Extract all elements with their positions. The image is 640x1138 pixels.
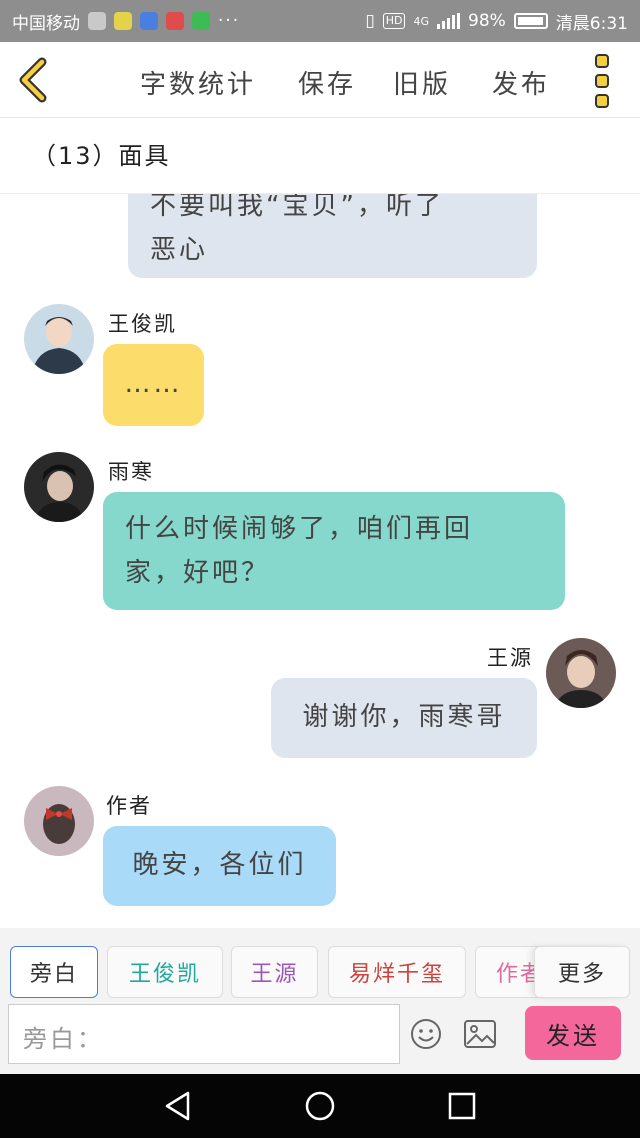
image-icon bbox=[464, 1020, 496, 1048]
message-text-line: 家，好吧？ bbox=[125, 558, 271, 588]
more-roles-button[interactable]: 更多 bbox=[534, 946, 630, 998]
message-text-line: 什么时候闹够了，咱们再回 bbox=[125, 514, 474, 544]
home-nav-button[interactable] bbox=[304, 1090, 336, 1122]
triangle-back-icon bbox=[165, 1091, 190, 1121]
message-app-icon bbox=[88, 12, 106, 30]
role-button-wangjunkai[interactable]: 王俊凯 bbox=[107, 946, 223, 998]
system-nav-bar bbox=[0, 1074, 640, 1138]
message-bubble[interactable]: 谢谢你，雨寒哥 bbox=[271, 678, 537, 758]
person-avatar-icon bbox=[24, 786, 94, 856]
menu-dot-icon bbox=[595, 74, 609, 88]
avatar[interactable] bbox=[24, 452, 94, 522]
speaker-name: 王俊凯 bbox=[108, 312, 177, 336]
person-avatar-icon bbox=[24, 304, 94, 374]
message-bubble[interactable]: 晚安，各位们 bbox=[103, 826, 336, 906]
more-notifications-icon: ··· bbox=[218, 11, 241, 31]
more-menu-button[interactable] bbox=[595, 54, 615, 108]
role-button-yiyangqianxi[interactable]: 易烊千玺 bbox=[328, 946, 466, 998]
signal-icon bbox=[437, 13, 461, 29]
avatar[interactable] bbox=[546, 638, 616, 708]
send-label: 发送 bbox=[546, 1021, 600, 1050]
smiley-icon bbox=[411, 1019, 441, 1049]
avatar[interactable] bbox=[24, 786, 94, 856]
message-text-line: 恶心 bbox=[150, 235, 209, 265]
message-text: 谢谢你，雨寒哥 bbox=[302, 702, 506, 732]
emoji-button[interactable] bbox=[410, 1018, 442, 1050]
role-label: 易烊千玺 bbox=[348, 962, 445, 987]
clock: 清晨6:31 bbox=[555, 13, 628, 34]
carrier-name: 中国移动 bbox=[12, 13, 80, 34]
image-button[interactable] bbox=[463, 1018, 497, 1050]
role-label: 王俊凯 bbox=[128, 962, 201, 987]
back-nav-button[interactable] bbox=[162, 1090, 194, 1122]
role-label: 更多 bbox=[557, 962, 606, 987]
role-label: 旁白 bbox=[29, 962, 78, 987]
message-text: …… bbox=[124, 369, 183, 399]
iqiyi-app-icon bbox=[192, 12, 210, 30]
chat-area[interactable]: 不要叫我“宝贝”，听了 恶心 王俊凯 …… 雨寒 什么时候闹够了，咱们再回 家，… bbox=[0, 194, 640, 928]
send-button[interactable]: 发送 bbox=[525, 1006, 621, 1060]
word-count-button[interactable]: 字数统计 bbox=[140, 64, 256, 101]
speaker-name: 王源 bbox=[487, 646, 533, 670]
speaker-name: 作者 bbox=[106, 794, 152, 818]
old-version-button[interactable]: 旧版 bbox=[393, 64, 451, 101]
role-button-wangyuan[interactable]: 王源 bbox=[231, 946, 318, 998]
menu-dot-icon bbox=[595, 54, 609, 68]
status-bar: 中国移动 ··· ▯ HD 4G 98% 清晨6:31 bbox=[0, 0, 640, 42]
person-avatar-icon bbox=[24, 452, 94, 522]
role-selector-bar: 旁白 王俊凯 王源 易烊千玺 作者 更多 bbox=[0, 928, 640, 1004]
message-input[interactable]: 旁白： bbox=[8, 1004, 400, 1064]
role-button-narrator[interactable]: 旁白 bbox=[10, 946, 98, 998]
square-recents-icon bbox=[448, 1092, 476, 1120]
chapter-title[interactable]: （13）面具 bbox=[0, 118, 640, 194]
message-bubble[interactable]: 不要叫我“宝贝”，听了 恶心 bbox=[128, 194, 537, 278]
role-label: 王源 bbox=[250, 962, 299, 987]
message-text: 晚安，各位们 bbox=[132, 850, 307, 880]
publish-button[interactable]: 发布 bbox=[492, 64, 550, 101]
person-avatar-icon bbox=[546, 638, 616, 708]
battery-icon bbox=[513, 13, 548, 29]
wechat-app-icon bbox=[114, 12, 132, 30]
message-bubble[interactable]: 什么时候闹够了，咱们再回 家，好吧？ bbox=[103, 492, 565, 610]
circle-home-icon bbox=[305, 1091, 335, 1121]
input-row: 旁白： 发送 bbox=[0, 1004, 640, 1074]
recents-nav-button[interactable] bbox=[446, 1090, 478, 1122]
weibo-app-icon bbox=[166, 12, 184, 30]
input-placeholder: 旁白： bbox=[23, 1025, 104, 1053]
editor-toolbar: 字数统计 保存 旧版 发布 bbox=[0, 42, 640, 118]
speaker-name: 雨寒 bbox=[108, 460, 154, 484]
hd-badge: HD bbox=[382, 13, 406, 29]
network-type: 4G bbox=[413, 14, 430, 28]
music-app-icon bbox=[140, 12, 158, 30]
back-button[interactable] bbox=[14, 56, 54, 104]
avatar[interactable] bbox=[24, 304, 94, 374]
message-text-line: 不要叫我“宝贝”，听了 bbox=[150, 194, 444, 221]
save-button[interactable]: 保存 bbox=[298, 64, 356, 101]
message-bubble[interactable]: …… bbox=[103, 344, 204, 426]
vibrate-icon: ▯ bbox=[365, 11, 375, 31]
menu-dot-icon bbox=[595, 94, 609, 108]
battery-percent: 98% bbox=[468, 11, 506, 31]
chevron-left-icon bbox=[19, 57, 47, 103]
